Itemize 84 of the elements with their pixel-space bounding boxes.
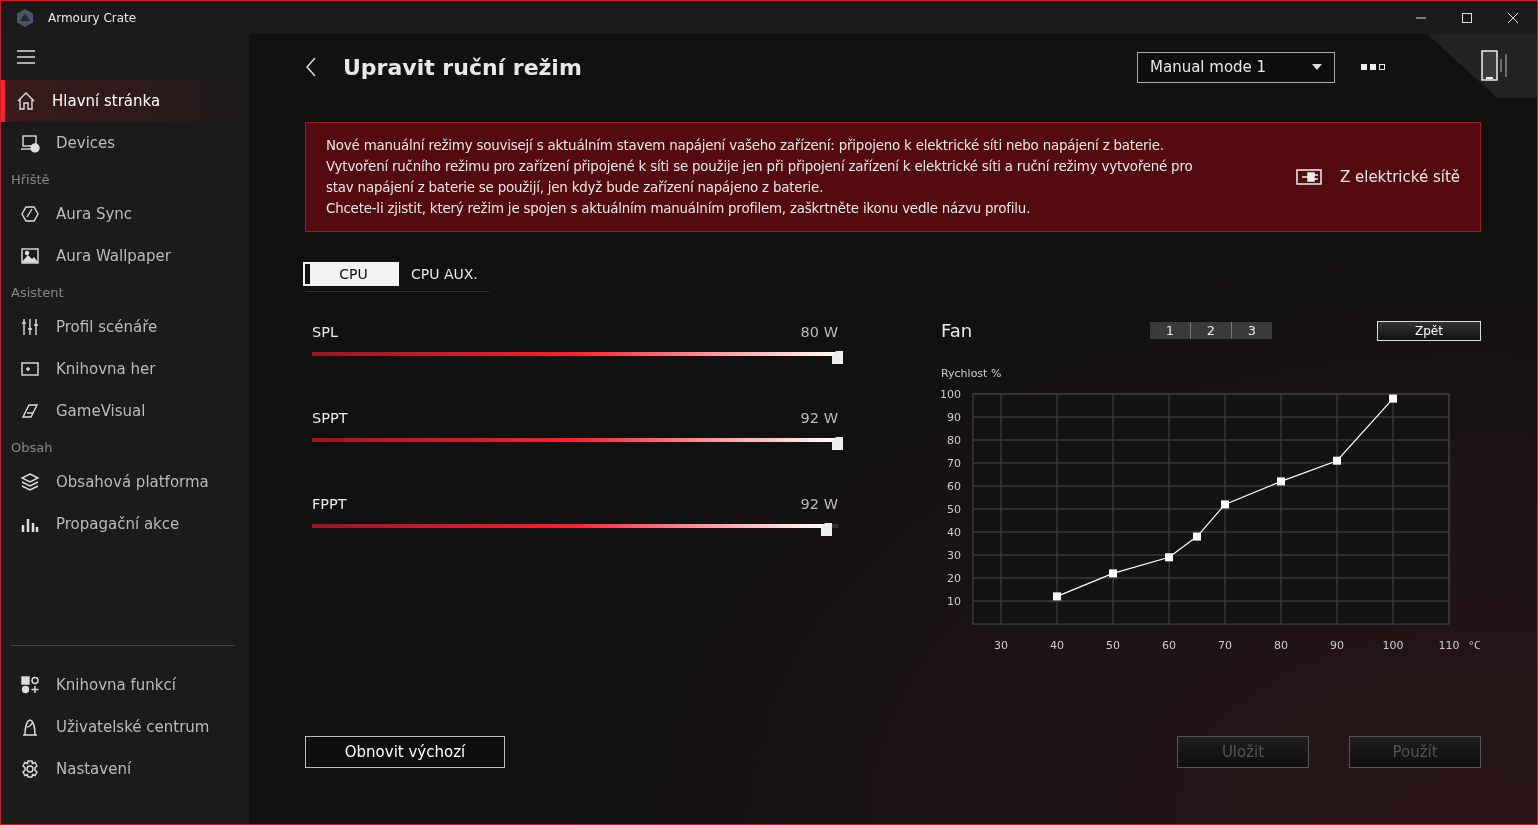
y-tick-label: 50: [947, 503, 961, 516]
y-tick-label: 70: [947, 457, 961, 470]
slider-label: SPPT: [312, 410, 348, 426]
y-axis-label: Rychlost %: [941, 367, 1002, 380]
curve-point[interactable]: [1109, 569, 1117, 578]
notice-text: Vytvoření ručního režimu pro zařízení připojené k síti se použije jen při připojení zařízení k elektrické síti a ruční režimy vytvořené pro: [326, 158, 1194, 176]
window-title: Armoury Crate: [48, 10, 137, 25]
slider-reading: 92 W: [800, 496, 838, 512]
more-icon[interactable]: [1361, 63, 1385, 71]
page-title: Upravit ruční režim: [343, 54, 582, 80]
games-icon: [20, 359, 40, 379]
sidebar-item[interactable]: Nastavení: [1, 748, 249, 790]
x-tick-label: 60: [1162, 639, 1176, 652]
section-header: Hřiště: [10, 171, 51, 189]
home-icon: [16, 91, 36, 111]
notice-text: Chcete-li zjistit, který režim je spojen s aktuálním manuálním profilem, zaškrtněte ikonu vedle názvu profilu.: [326, 200, 1032, 218]
curve-point[interactable]: [1221, 500, 1229, 509]
profile-tab[interactable]: 2: [1190, 322, 1231, 339]
curve-point[interactable]: [1277, 477, 1285, 486]
notice-text: Nové manuální režimy souvisejí s aktuálním stavem napájení vašeho zařízení: připojeno k elektrické síti nebo napájení z baterie.: [326, 137, 1165, 155]
sidebar-item[interactable]: Knihovna her: [1, 348, 249, 390]
user-icon: [20, 717, 40, 737]
devices-icon: [20, 133, 40, 153]
x-tick-label: 40: [1050, 639, 1064, 652]
sidebar-item[interactable]: GameVisual: [1, 390, 249, 432]
sidebar-item[interactable]: Obsahová platforma: [1, 461, 249, 503]
y-tick-label: 80: [947, 434, 961, 447]
curve-point[interactable]: [1333, 456, 1341, 465]
content-icon: [20, 472, 40, 492]
x-tick-label: 110: [1438, 639, 1460, 652]
y-tick-label: 60: [947, 480, 961, 493]
wallpaper-icon: [20, 246, 40, 266]
scenario-icon: [20, 317, 40, 337]
caret-icon: [1312, 64, 1322, 70]
curve-point[interactable]: [1053, 592, 1061, 601]
mode-dropdown[interactable]: Manual mode 1: [1137, 51, 1335, 83]
notice-text: stav napájení z baterie se použijí, jen když bude zařízení napájeno z baterie.: [326, 179, 825, 197]
slider-thumb[interactable]: [832, 351, 843, 364]
y-tick-label: 20: [947, 572, 961, 585]
sidebar-item[interactable]: Devices: [1, 122, 249, 164]
y-tick-label: 10: [947, 595, 961, 608]
tab[interactable]: CPU AUX.: [411, 264, 478, 284]
sidebar-item[interactable]: Uživatelské centrum: [1, 706, 249, 748]
profile-tab[interactable]: 3: [1231, 322, 1272, 339]
y-tick-label: 90: [947, 411, 961, 424]
sidebar-item[interactable]: Aura Wallpaper: [1, 235, 249, 277]
curve-point[interactable]: [1389, 394, 1397, 403]
app-logo-icon: [15, 7, 35, 28]
slider-label: SPL: [312, 324, 339, 340]
shapes-icon: [20, 675, 40, 695]
reset-button[interactable]: Obnovit výchozí: [305, 736, 505, 768]
visual-icon: [20, 401, 40, 421]
curve-point[interactable]: [1193, 532, 1201, 541]
x-tick-label: 70: [1218, 639, 1232, 652]
x-tick-label: 80: [1274, 639, 1288, 652]
sidebar-item[interactable]: Profil scénáře: [1, 306, 249, 348]
section-header: Obsah: [10, 439, 54, 457]
x-tick-label: 30: [994, 639, 1008, 652]
profile-tab[interactable]: 1: [1150, 322, 1190, 339]
maximize-icon[interactable]: [1461, 11, 1473, 24]
close-icon[interactable]: [1507, 11, 1519, 24]
slider-label: FPPT: [312, 496, 347, 512]
slider-reading: 80 W: [800, 324, 838, 340]
sidebar-item[interactable]: Aura Sync: [1, 193, 249, 235]
sidebar-item[interactable]: Propagační akce: [1, 503, 249, 545]
slider-thumb[interactable]: [832, 437, 843, 450]
y-tick-label: 30: [947, 549, 961, 562]
y-tick-label: 100: [940, 388, 961, 401]
sidebar-item[interactable]: Knihovna funkcí: [1, 664, 249, 706]
aura-icon: [20, 204, 40, 224]
settings-icon: [20, 759, 40, 779]
slider-reading: 92 W: [800, 410, 838, 426]
chart-title: Fan: [941, 320, 974, 341]
curve-point[interactable]: [1165, 553, 1173, 562]
slider-thumb[interactable]: [821, 523, 833, 536]
x-tick-label: 100: [1382, 639, 1404, 652]
x-tick-label: 50: [1106, 639, 1120, 652]
x-tick-label: 90: [1330, 639, 1344, 652]
menu-icon[interactable]: [17, 50, 35, 64]
power-source-label: Z elektrické sítě: [1339, 168, 1460, 186]
y-tick-label: 40: [947, 526, 961, 539]
plug-icon: [1295, 169, 1324, 185]
back-button[interactable]: Zpět: [1377, 320, 1481, 341]
section-header: Asistent: [10, 284, 65, 302]
